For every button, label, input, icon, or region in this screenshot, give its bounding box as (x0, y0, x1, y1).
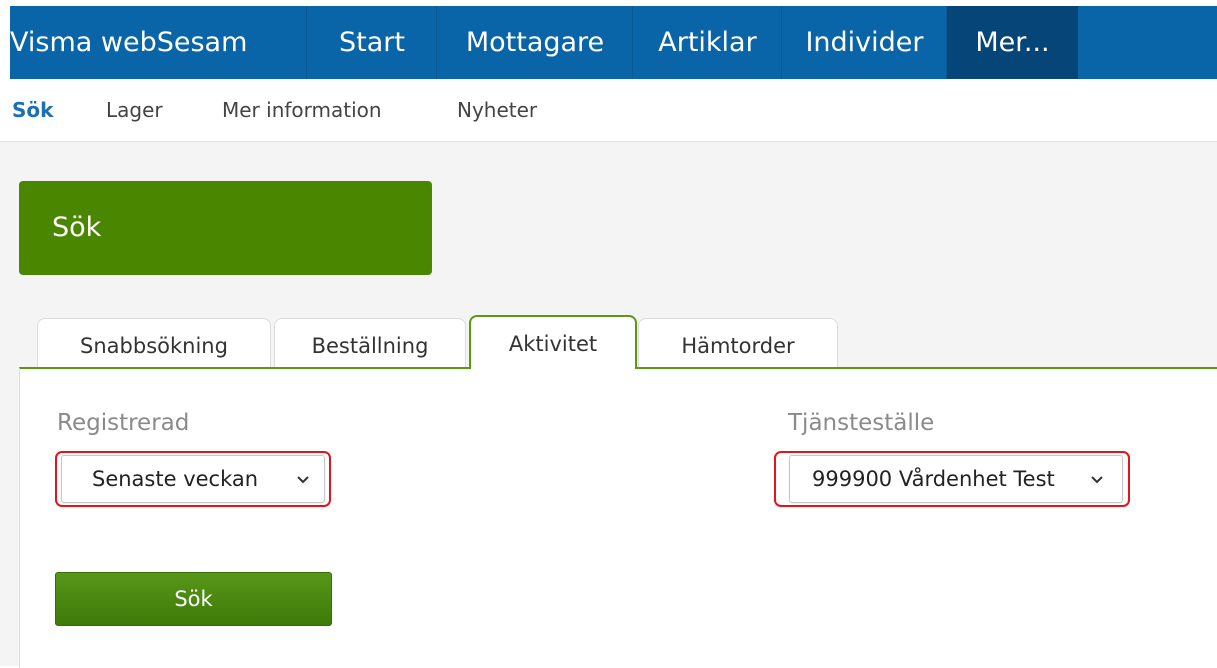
tjanstestalle-select-value: 999900 Vårdenhet Test (812, 467, 1055, 491)
brand-logo-text[interactable]: Visma webSesam (10, 6, 247, 79)
page-header: Sök (19, 181, 432, 275)
registrerad-label: Registrerad (57, 410, 190, 436)
search-button[interactable]: Sök (55, 572, 332, 626)
top-navigation-bar: Visma webSesam Start Mottagare Artiklar … (0, 0, 1217, 79)
subnav-item-nyheter[interactable]: Nyheter (457, 79, 537, 141)
tab-aktivitet[interactable]: Aktivitet (469, 315, 637, 369)
nav-item-start[interactable]: Start (306, 6, 437, 79)
tjanstestalle-label: Tjänsteställe (788, 410, 935, 436)
tab-hamtorder[interactable]: Hämtorder (638, 318, 838, 369)
chevron-down-icon (296, 456, 310, 502)
tjanstestalle-select[interactable]: 999900 Vårdenhet Test (789, 455, 1123, 503)
tab-bestallning[interactable]: Beställning (274, 318, 466, 369)
subnav-item-lager[interactable]: Lager (106, 79, 163, 141)
page-title: Sök (52, 212, 102, 243)
sub-navigation: Sök Lager Mer information Nyheter (0, 79, 1217, 142)
nav-item-artiklar[interactable]: Artiklar (632, 6, 782, 79)
tab-snabbsokning[interactable]: Snabbsökning (37, 318, 271, 369)
nav-item-mer[interactable]: Mer... (946, 6, 1078, 79)
registrerad-select-value: Senaste veckan (92, 467, 259, 491)
registrerad-select[interactable]: Senaste veckan (61, 455, 325, 503)
subnav-item-sok[interactable]: Sök (12, 79, 53, 141)
subnav-item-mer-information[interactable]: Mer information (222, 79, 382, 141)
navbar: Visma webSesam Start Mottagare Artiklar … (10, 6, 1217, 79)
nav-item-individer[interactable]: Individer (781, 6, 947, 79)
nav-item-mottagare[interactable]: Mottagare (436, 6, 633, 79)
chevron-down-icon (1090, 456, 1104, 502)
